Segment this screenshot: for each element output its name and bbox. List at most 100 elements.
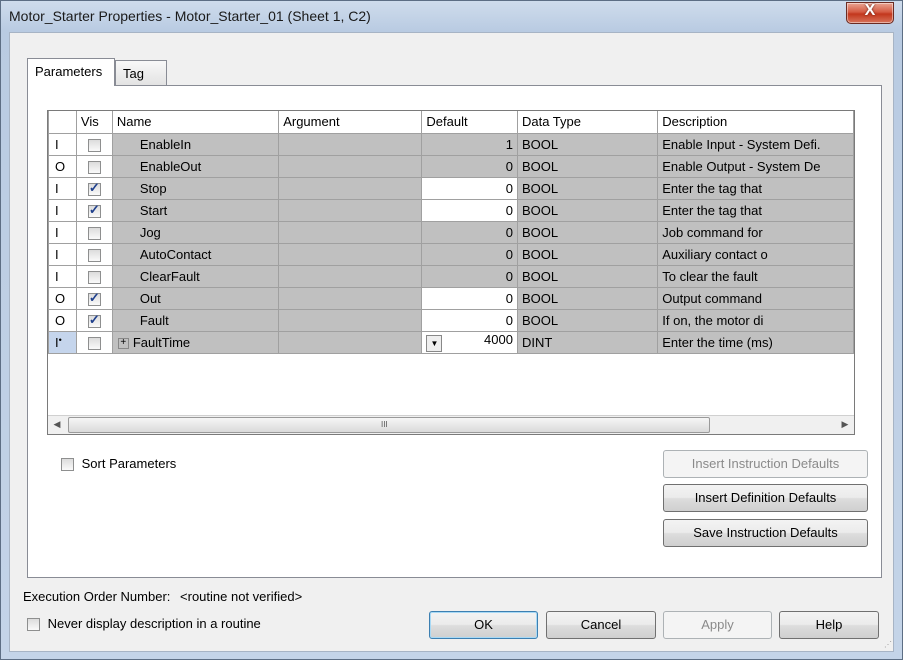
vis-checkbox[interactable] (87, 270, 101, 284)
scroll-right-icon[interactable]: ▶ (836, 416, 854, 433)
expand-icon[interactable]: + (117, 337, 129, 349)
row-description-cell[interactable]: Enter the tag that (657, 198, 854, 222)
row-io-cell[interactable]: I (48, 198, 77, 222)
row-default-cell[interactable]: ▼ 4000 (421, 330, 518, 354)
row-description-cell[interactable]: Auxiliary contact o (657, 242, 854, 266)
row-default-cell[interactable]: 0 (421, 154, 518, 178)
row-default-cell[interactable]: 0 (421, 308, 518, 332)
row-default-cell[interactable]: 0 (421, 220, 518, 244)
chevron-down-icon[interactable]: ▼ (426, 335, 443, 352)
never-display-checkbox[interactable] (27, 618, 40, 632)
row-argument-cell[interactable] (278, 308, 423, 332)
ok-button[interactable]: OK (429, 611, 538, 639)
row-vis-cell[interactable] (75, 198, 113, 222)
never-display-option[interactable]: Never display description in a routine (27, 616, 261, 632)
vis-checkbox[interactable] (87, 202, 101, 218)
table-row[interactable]: I ClearFault 0 BOOL To clear the fault (48, 264, 854, 288)
row-vis-cell[interactable] (75, 286, 113, 310)
col-header-name[interactable]: Name (111, 111, 280, 134)
table-row[interactable]: I• + FaultTime ▼ 4000 DINT Enter the time (ms) (48, 330, 854, 354)
row-vis-cell[interactable] (75, 330, 113, 354)
resize-grip-icon[interactable]: ⋰ (884, 640, 892, 649)
row-description-cell[interactable]: Enable Input - System Defi. (657, 132, 854, 156)
row-vis-cell[interactable] (75, 154, 113, 178)
vis-checkbox[interactable] (87, 290, 101, 306)
row-argument-cell[interactable] (278, 264, 423, 288)
vis-checkbox[interactable] (87, 138, 101, 152)
vis-checkbox[interactable] (87, 248, 101, 262)
tab-parameters[interactable]: Parameters (27, 58, 115, 86)
row-vis-cell[interactable] (75, 220, 113, 244)
close-button[interactable]: X (846, 2, 894, 24)
scroll-thumb[interactable]: III (68, 417, 710, 433)
vis-checkbox[interactable] (87, 312, 101, 328)
table-row[interactable]: I Start 0BOOLEnter the tag that (48, 198, 854, 222)
col-header-io[interactable] (48, 111, 77, 134)
row-argument-cell[interactable] (278, 220, 423, 244)
scroll-left-icon[interactable]: ◀ (48, 416, 66, 433)
col-header-vis[interactable]: Vis (75, 111, 113, 134)
row-vis-cell[interactable] (75, 308, 113, 332)
row-argument-cell[interactable] (278, 176, 423, 200)
col-header-argument[interactable]: Argument (278, 111, 423, 134)
table-row[interactable]: O Out 0BOOLOutput command (48, 286, 854, 310)
vis-checkbox[interactable] (87, 226, 101, 240)
row-argument-cell[interactable] (278, 330, 423, 354)
row-argument-cell[interactable] (278, 286, 423, 310)
row-default-cell[interactable]: 0 (421, 264, 518, 288)
insert-instruction-defaults-button[interactable]: Insert Instruction Defaults (663, 450, 868, 478)
row-argument-cell[interactable] (278, 154, 423, 178)
row-description-cell[interactable]: Job command for (657, 220, 854, 244)
row-vis-cell[interactable] (75, 264, 113, 288)
col-header-description[interactable]: Description (657, 111, 854, 134)
row-io-cell[interactable]: O (48, 286, 77, 310)
row-argument-cell[interactable] (278, 198, 423, 222)
row-io-cell[interactable]: I (48, 220, 77, 244)
vis-checkbox[interactable] (87, 180, 101, 196)
vis-checkbox[interactable] (87, 336, 101, 350)
table-row[interactable]: I Jog 0 BOOL Job command for (48, 220, 854, 244)
row-default-cell[interactable]: 1 (421, 132, 518, 156)
row-description-cell[interactable]: Enter the tag that (657, 176, 854, 200)
cancel-button[interactable]: Cancel (546, 611, 656, 639)
row-description-cell[interactable]: Enter the time (ms) (657, 330, 854, 354)
title-bar[interactable]: Motor_Starter Properties - Motor_Starter… (1, 1, 902, 32)
row-vis-cell[interactable] (75, 132, 113, 156)
row-argument-cell[interactable] (278, 242, 423, 266)
tab-tag[interactable]: Tag (115, 60, 167, 85)
row-description-cell[interactable]: Output command (657, 286, 854, 310)
row-io-cell[interactable]: O (48, 154, 77, 178)
save-instruction-defaults-button[interactable]: Save Instruction Defaults (663, 519, 868, 547)
horizontal-scrollbar[interactable]: ◀ III ▶ (48, 415, 854, 434)
table-row[interactable]: O Fault 0BOOLIf on, the motor di (48, 308, 854, 332)
table-row[interactable]: I AutoContact 0 BOOL Auxiliary contact o (48, 242, 854, 266)
row-vis-cell[interactable] (75, 176, 113, 200)
row-description-cell[interactable]: To clear the fault (657, 264, 854, 288)
insert-definition-defaults-button[interactable]: Insert Definition Defaults (663, 484, 868, 512)
row-default-cell[interactable]: 0 (421, 198, 518, 222)
row-io-cell[interactable]: I (48, 132, 77, 156)
row-description-cell[interactable]: Enable Output - System De (657, 154, 854, 178)
row-io-cell[interactable]: O (48, 308, 77, 332)
table-row[interactable]: I EnableIn 1 BOOL Enable Input - System Defi… (48, 132, 854, 156)
sort-parameters-checkbox[interactable] (61, 458, 74, 472)
row-description-cell[interactable]: If on, the motor di (657, 308, 854, 332)
row-io-cell[interactable]: I (48, 176, 77, 200)
help-button[interactable]: Help (779, 611, 879, 639)
table-row[interactable]: I Stop 0BOOLEnter the tag that (48, 176, 854, 200)
row-name-cell: EnableOut (111, 154, 280, 178)
vis-checkbox[interactable] (87, 160, 101, 174)
row-argument-cell[interactable] (278, 132, 423, 156)
row-io-cell[interactable]: I• (48, 330, 77, 354)
col-header-default[interactable]: Default (421, 111, 518, 134)
sort-parameters-option[interactable]: Sort Parameters (61, 456, 176, 472)
row-io-cell[interactable]: I (48, 242, 77, 266)
table-row[interactable]: O EnableOut 0 BOOL Enable Output - System De (48, 154, 854, 178)
col-header-data-type[interactable]: Data Type (516, 111, 659, 134)
apply-button[interactable]: Apply (663, 611, 772, 639)
row-io-cell[interactable]: I (48, 264, 77, 288)
row-default-cell[interactable]: 0 (421, 286, 518, 310)
row-default-cell[interactable]: 0 (421, 242, 518, 266)
row-default-cell[interactable]: 0 (421, 176, 518, 200)
row-vis-cell[interactable] (75, 242, 113, 266)
